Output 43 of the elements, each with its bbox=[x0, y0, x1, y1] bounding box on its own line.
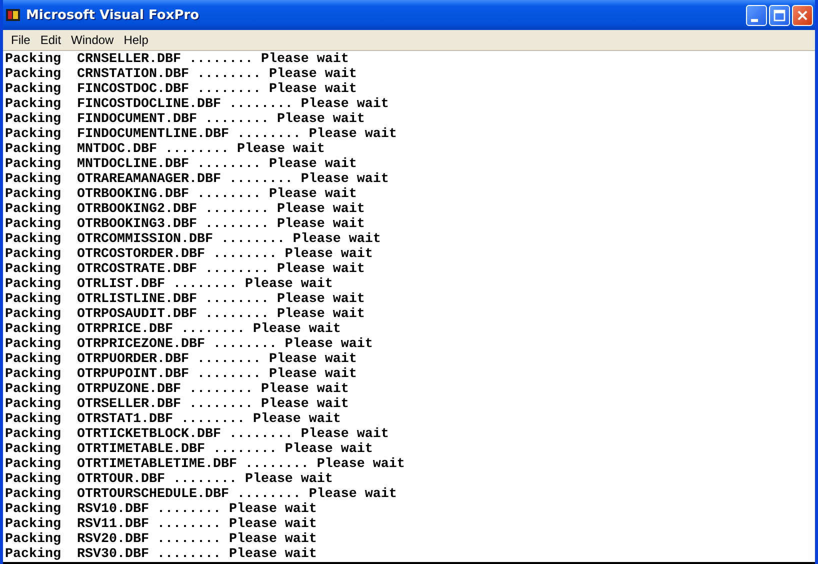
output-line: Packing OTRTICKETBLOCK.DBF ........ Please wait bbox=[5, 427, 389, 442]
menu-item[interactable]: Window bbox=[66, 33, 119, 47]
output-line: Packing OTRBOOKING.DBF ........ Please wait bbox=[5, 187, 357, 202]
output-line: Packing OTRPRICE.DBF ........ Please wait bbox=[5, 322, 341, 337]
output-line: Packing OTRTOURSCHEDULE.DBF ........ Please wait bbox=[5, 487, 397, 502]
output-line: Packing CRNSTATION.DBF ........ Please wait bbox=[5, 67, 357, 82]
output-line: Packing OTRLIST.DBF ........ Please wait bbox=[5, 277, 333, 292]
output-line: Packing MNTDOCLINE.DBF ........ Please wait bbox=[5, 157, 357, 172]
menu-item[interactable]: File bbox=[6, 33, 36, 47]
output-line: Packing OTRPOSAUDIT.DBF ........ Please wait bbox=[5, 307, 365, 322]
output-line: Packing OTRLISTLINE.DBF ........ Please wait bbox=[5, 292, 365, 307]
output-line: Packing OTRCOSTORDER.DBF ........ Please wait bbox=[5, 247, 373, 262]
menu-item[interactable]: Edit bbox=[35, 33, 66, 47]
output-line: Packing OTRBOOKING3.DBF ........ Please wait bbox=[5, 217, 365, 232]
output-line: Packing OTRCOSTRATE.DBF ........ Please wait bbox=[5, 262, 365, 277]
output-line: Packing FINDOCUMENT.DBF ........ Please wait bbox=[5, 112, 365, 127]
output-line: Packing RSV30.DBF ........ Please wait bbox=[5, 547, 317, 562]
minimize-button[interactable] bbox=[746, 4, 767, 26]
output-line: Packing OTRCOMMISSION.DBF ........ Please wait bbox=[5, 232, 381, 247]
output-line: Packing CRNSELLER.DBF ........ Please wait bbox=[5, 52, 349, 67]
output-line: Packing OTRPUZONE.DBF ........ Please wait bbox=[5, 382, 349, 397]
output-line: Packing FINCOSTDOC.DBF ........ Please wait bbox=[5, 82, 357, 97]
maximize-button[interactable] bbox=[769, 4, 790, 26]
output-line: Packing OTRSELLER.DBF ........ Please wait bbox=[5, 397, 349, 412]
close-button[interactable] bbox=[792, 4, 813, 26]
output-line: Packing OTRTIMETABLETIME.DBF ........ Please wait bbox=[5, 457, 405, 472]
output-line: Packing OTRAREAMANAGER.DBF ........ Please wait bbox=[5, 172, 389, 187]
minimize-icon bbox=[750, 18, 758, 22]
output-line: Packing OTRPRICEZONE.DBF ........ Please wait bbox=[5, 337, 373, 352]
output-line: Packing OTRPUORDER.DBF ........ Please wait bbox=[5, 352, 357, 367]
menu-item[interactable]: Help bbox=[118, 33, 154, 47]
window-title: Microsoft Visual FoxPro bbox=[26, 8, 200, 22]
output-line: Packing OTRPUPOINT.DBF ........ Please wait bbox=[5, 367, 357, 382]
output-line: Packing MNTDOC.DBF ........ Please wait bbox=[5, 142, 325, 157]
output-line: Packing RSV20.DBF ........ Please wait bbox=[5, 532, 317, 547]
output-line: Packing RSV10.DBF ........ Please wait bbox=[5, 502, 317, 517]
output-line: Packing OTRBOOKING2.DBF ........ Please wait bbox=[5, 202, 365, 217]
output-line: Packing FINDOCUMENTLINE.DBF ........ Please wait bbox=[5, 127, 397, 142]
output-line: Packing RSV11.DBF ........ Please wait bbox=[5, 517, 317, 532]
output-line: Packing OTRSTAT1.DBF ........ Please wait bbox=[5, 412, 341, 427]
output-line: Packing OTRTOUR.DBF ........ Please wait bbox=[5, 472, 333, 487]
output-line: Packing FINCOSTDOCLINE.DBF ........ Please wait bbox=[5, 97, 389, 112]
output-line: Packing OTRTIMETABLE.DBF ........ Please wait bbox=[5, 442, 373, 457]
